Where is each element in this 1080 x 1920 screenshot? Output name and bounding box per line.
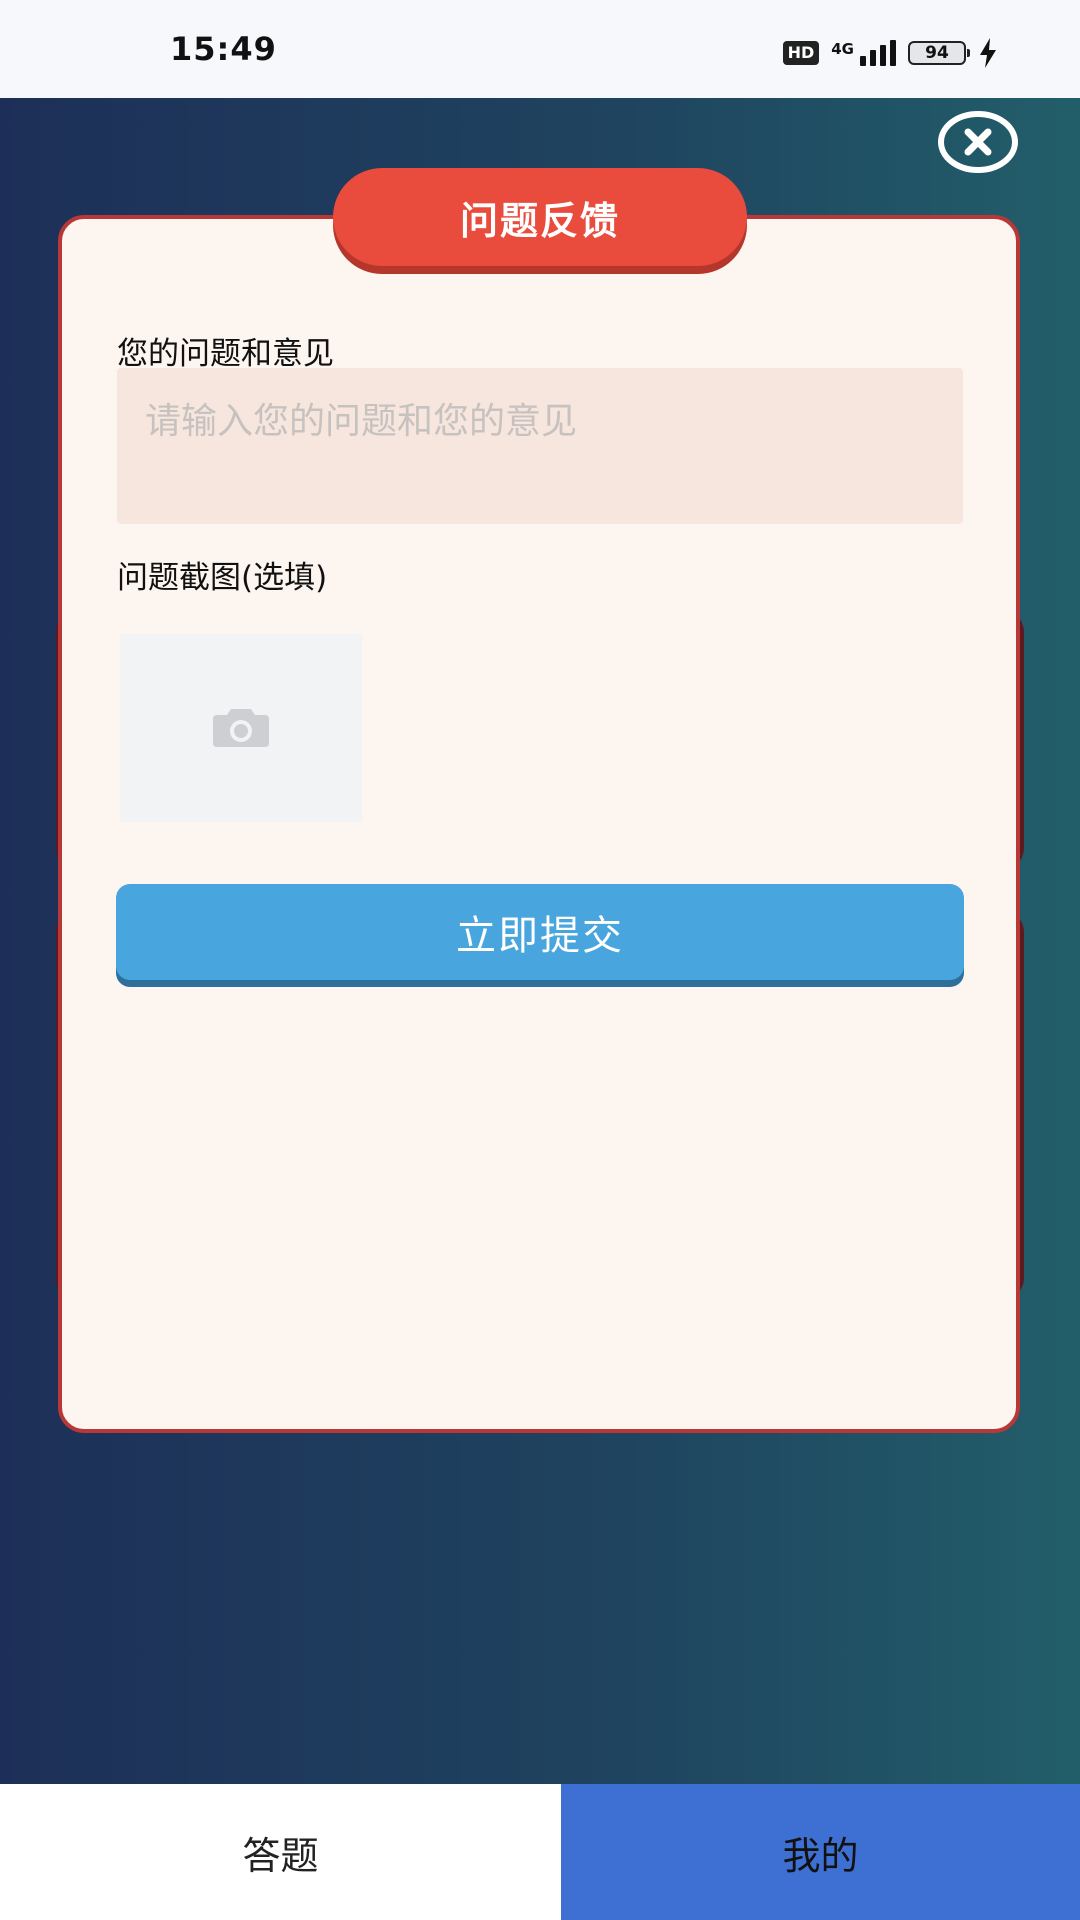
battery-icon: 94: [908, 41, 970, 65]
screen: 15:49 HD 4G 94 问题反馈 您的问题和意见 请输入您的问题和您的意见…: [0, 0, 1080, 1920]
screenshot-label: 问题截图(选填): [117, 560, 328, 596]
bottom-tab-bar: 答题 我的: [0, 1784, 1080, 1920]
screenshot-upload[interactable]: [120, 634, 362, 822]
status-time: 15:49: [170, 30, 277, 68]
dialog-title: 问题反馈: [333, 168, 747, 266]
hd-badge: HD: [782, 41, 820, 65]
submit-button[interactable]: 立即提交: [116, 884, 964, 980]
close-circle-icon: [938, 111, 1018, 173]
tab-mine[interactable]: 我的: [561, 1784, 1080, 1920]
lightning-icon: [980, 38, 996, 68]
status-bar: 15:49 HD 4G 94: [0, 0, 1080, 98]
feedback-input[interactable]: [117, 368, 963, 524]
camera-icon: [213, 709, 269, 747]
feedback-label: 您的问题和意见: [117, 336, 334, 372]
tab-answer[interactable]: 答题: [0, 1784, 561, 1920]
battery-level: 94: [925, 43, 949, 63]
close-button[interactable]: [936, 110, 1020, 174]
signal-icon: [860, 40, 896, 66]
status-indicators: HD 4G 94: [782, 36, 998, 70]
network-type: 4G: [831, 40, 854, 58]
